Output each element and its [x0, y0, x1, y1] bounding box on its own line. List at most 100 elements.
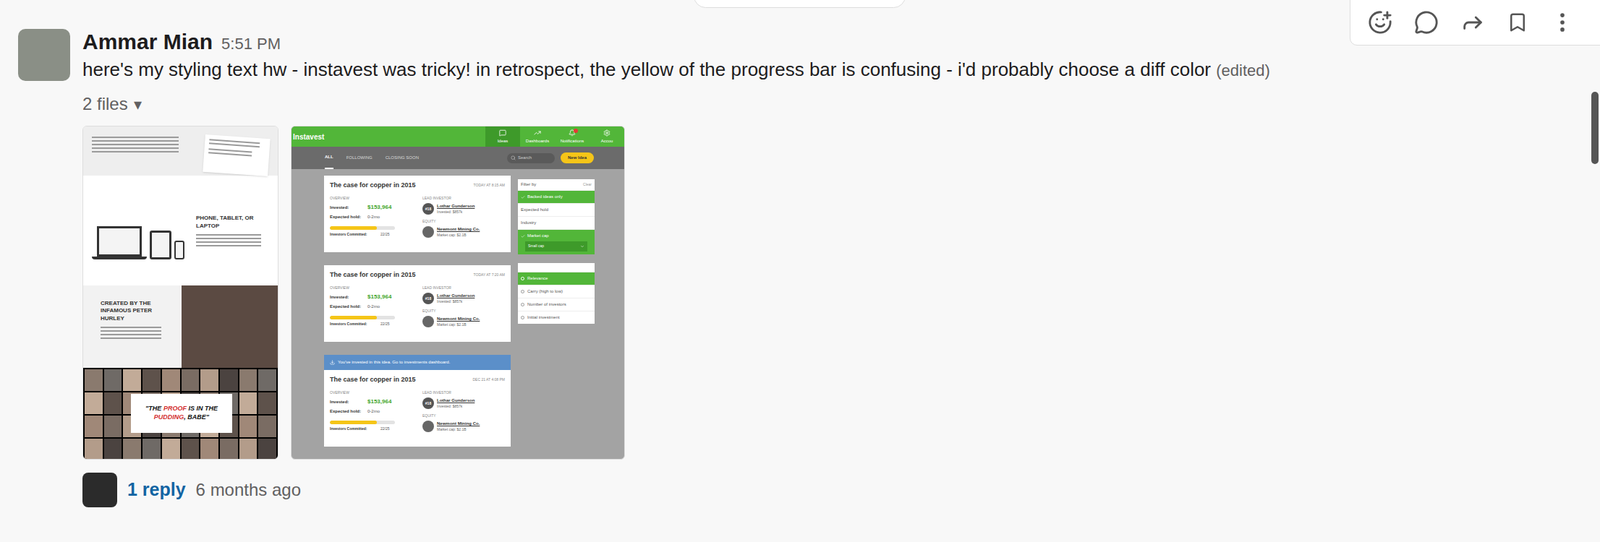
- company-link[interactable]: Newmont Mining Co.: [436, 316, 480, 323]
- filter-option[interactable]: Expected hold: [517, 203, 595, 217]
- filter-tab[interactable]: FOLLOWING: [346, 146, 373, 170]
- add-reaction-icon[interactable]: [1367, 10, 1393, 35]
- invested-banner[interactable]: You've invested in this idea. Go to inve…: [324, 355, 511, 371]
- files-toggle[interactable]: 2 files▾: [82, 91, 1285, 118]
- instavest-attachment[interactable]: InstavestIdeasDashboardsNotificationsAcc…: [290, 125, 625, 461]
- search-field[interactable]: Search: [507, 153, 555, 164]
- face-photo: [84, 439, 103, 460]
- company-link[interactable]: Newmont Mining Co.: [436, 420, 480, 428]
- investor-avatar: #18: [422, 397, 434, 410]
- face-photo: [122, 439, 142, 460]
- face-photo: [84, 415, 103, 438]
- landing-page-attachment[interactable]: PHONE, TABLET, OR LAPTOP CREATED BY THE I…: [82, 125, 279, 461]
- invested-amount: $153,964: [367, 292, 392, 302]
- message-time[interactable]: 5:51 PM: [221, 31, 281, 56]
- face-photo: [239, 439, 258, 460]
- idea-time: TODAY AT 8:15 AM: [473, 183, 505, 189]
- text-line: [196, 245, 262, 247]
- progress-fill: [329, 420, 377, 425]
- lead-investor-link[interactable]: Lothar Gunderson: [436, 397, 475, 405]
- face-photo: [258, 369, 277, 392]
- filter-option[interactable]: Market capSmall cap: [517, 229, 595, 255]
- check-icon: [520, 234, 526, 239]
- new-idea-button[interactable]: New Idea: [560, 152, 594, 164]
- text-line: [208, 151, 252, 157]
- company-logo: [422, 420, 434, 433]
- progress-bar: [329, 316, 395, 320]
- text-line: [100, 337, 162, 340]
- idea-time: DEC 21 AT 4:08 PM: [472, 377, 505, 384]
- filter-tab[interactable]: CLOSING SOON: [385, 146, 419, 170]
- creator-heading: CREATED BY THE INFAMOUS PETER HURLEY: [100, 300, 162, 323]
- face-photo: [181, 369, 200, 392]
- sort-option[interactable]: Relevance: [517, 271, 595, 285]
- face-photo: [104, 415, 123, 438]
- filter-panel: Filter byClearBacked ideas onlyExpected …: [517, 179, 595, 255]
- more-actions-icon[interactable]: [1550, 10, 1575, 35]
- idea-card[interactable]: The case for copper in 2015DEC 21 AT 4:0…: [324, 370, 511, 448]
- slack-message-view: Ammar Mian5:51 PMhere's my styling text …: [0, 0, 1600, 542]
- invested-amount: $153,964: [367, 397, 392, 407]
- idea-card[interactable]: The case for copper in 2015TODAY AT 7:20…: [324, 265, 511, 343]
- face-photo: [239, 392, 258, 415]
- author-name[interactable]: Ammar Mian: [82, 28, 213, 55]
- quote-segment: IS IN THE: [186, 405, 218, 413]
- text-line: [196, 237, 262, 240]
- creator-section: CREATED BY THE INFAMOUS PETER HURLEY: [83, 285, 278, 369]
- face-photo: [142, 439, 161, 460]
- devices-heading: PHONE, TABLET, OR LAPTOP: [196, 214, 262, 231]
- paragraph-placeholder: [209, 138, 260, 148]
- download-icon: [329, 360, 335, 366]
- new-messages-pill: [693, 0, 906, 8]
- investor-avatar: #18: [422, 203, 434, 215]
- nav-icon: [603, 129, 611, 137]
- progress-fill: [329, 316, 377, 320]
- filter-option[interactable]: Industry: [517, 216, 595, 230]
- progress-bar: [329, 420, 395, 425]
- quote-segment: PUDDING: [154, 413, 185, 421]
- idea-card[interactable]: The case for copper in 2015TODAY AT 8:15…: [324, 175, 511, 253]
- sort-option[interactable]: Carry (high to low): [517, 284, 595, 299]
- company-logo: [422, 226, 434, 238]
- lead-investor-link[interactable]: Lothar Gunderson: [436, 292, 475, 300]
- filter-tab[interactable]: ALL: [324, 146, 334, 170]
- user-avatar[interactable]: [18, 28, 71, 82]
- reply-count[interactable]: 1 reply: [127, 476, 186, 505]
- invested-amount: $153,964: [367, 203, 392, 212]
- share-icon[interactable]: [1460, 10, 1485, 35]
- notification-badge: [573, 128, 578, 134]
- market-cap-select[interactable]: Small cap: [525, 241, 588, 252]
- paragraph-placeholder: [196, 234, 262, 247]
- nav-item[interactable]: Notifications: [554, 126, 590, 147]
- nav-item[interactable]: Dashboards: [520, 126, 555, 147]
- face-photo: [122, 369, 142, 392]
- lead-investor-link[interactable]: Lothar Gunderson: [436, 203, 475, 210]
- scrollbar-thumb[interactable]: [1591, 91, 1599, 165]
- nav-item[interactable]: Ideas: [485, 126, 521, 147]
- paragraph-placeholder: [91, 136, 179, 153]
- reply-thread-icon[interactable]: [1414, 10, 1439, 35]
- company-link[interactable]: Newmont Mining Co.: [436, 226, 480, 233]
- sort-option[interactable]: Initial investment: [517, 311, 595, 325]
- idea-card-wrapper: You've invested in this idea. Go to inve…: [324, 355, 511, 448]
- face-photo: [142, 369, 161, 392]
- filter-option[interactable]: Backed ideas only: [517, 190, 595, 204]
- idea-title: The case for copper in 2015: [329, 270, 416, 281]
- radio-icon: [520, 290, 525, 294]
- text-line: [91, 143, 179, 146]
- thread-summary[interactable]: 1 reply6 months ago: [82, 473, 1285, 508]
- investor-avatar: #18: [422, 292, 434, 305]
- face-photo: [162, 369, 181, 392]
- intro-section: [83, 126, 278, 176]
- nav-item[interactable]: Accou: [589, 126, 625, 147]
- sort-option[interactable]: Number of investors: [517, 298, 595, 312]
- clear-filters[interactable]: Clear: [583, 182, 592, 189]
- paragraph-placeholder: [208, 148, 252, 157]
- bookmark-icon[interactable]: [1506, 11, 1529, 34]
- sub-toolbar: ALL FOLLOWING CLOSING SOON Search New Idea: [291, 146, 625, 170]
- tablet-icon: [149, 230, 172, 260]
- text-line: [100, 334, 162, 336]
- face-photo: [84, 369, 103, 392]
- idea-list: The case for copper in 2015 TODAY AT 8:15…: [324, 175, 511, 460]
- face-photo: [104, 369, 123, 392]
